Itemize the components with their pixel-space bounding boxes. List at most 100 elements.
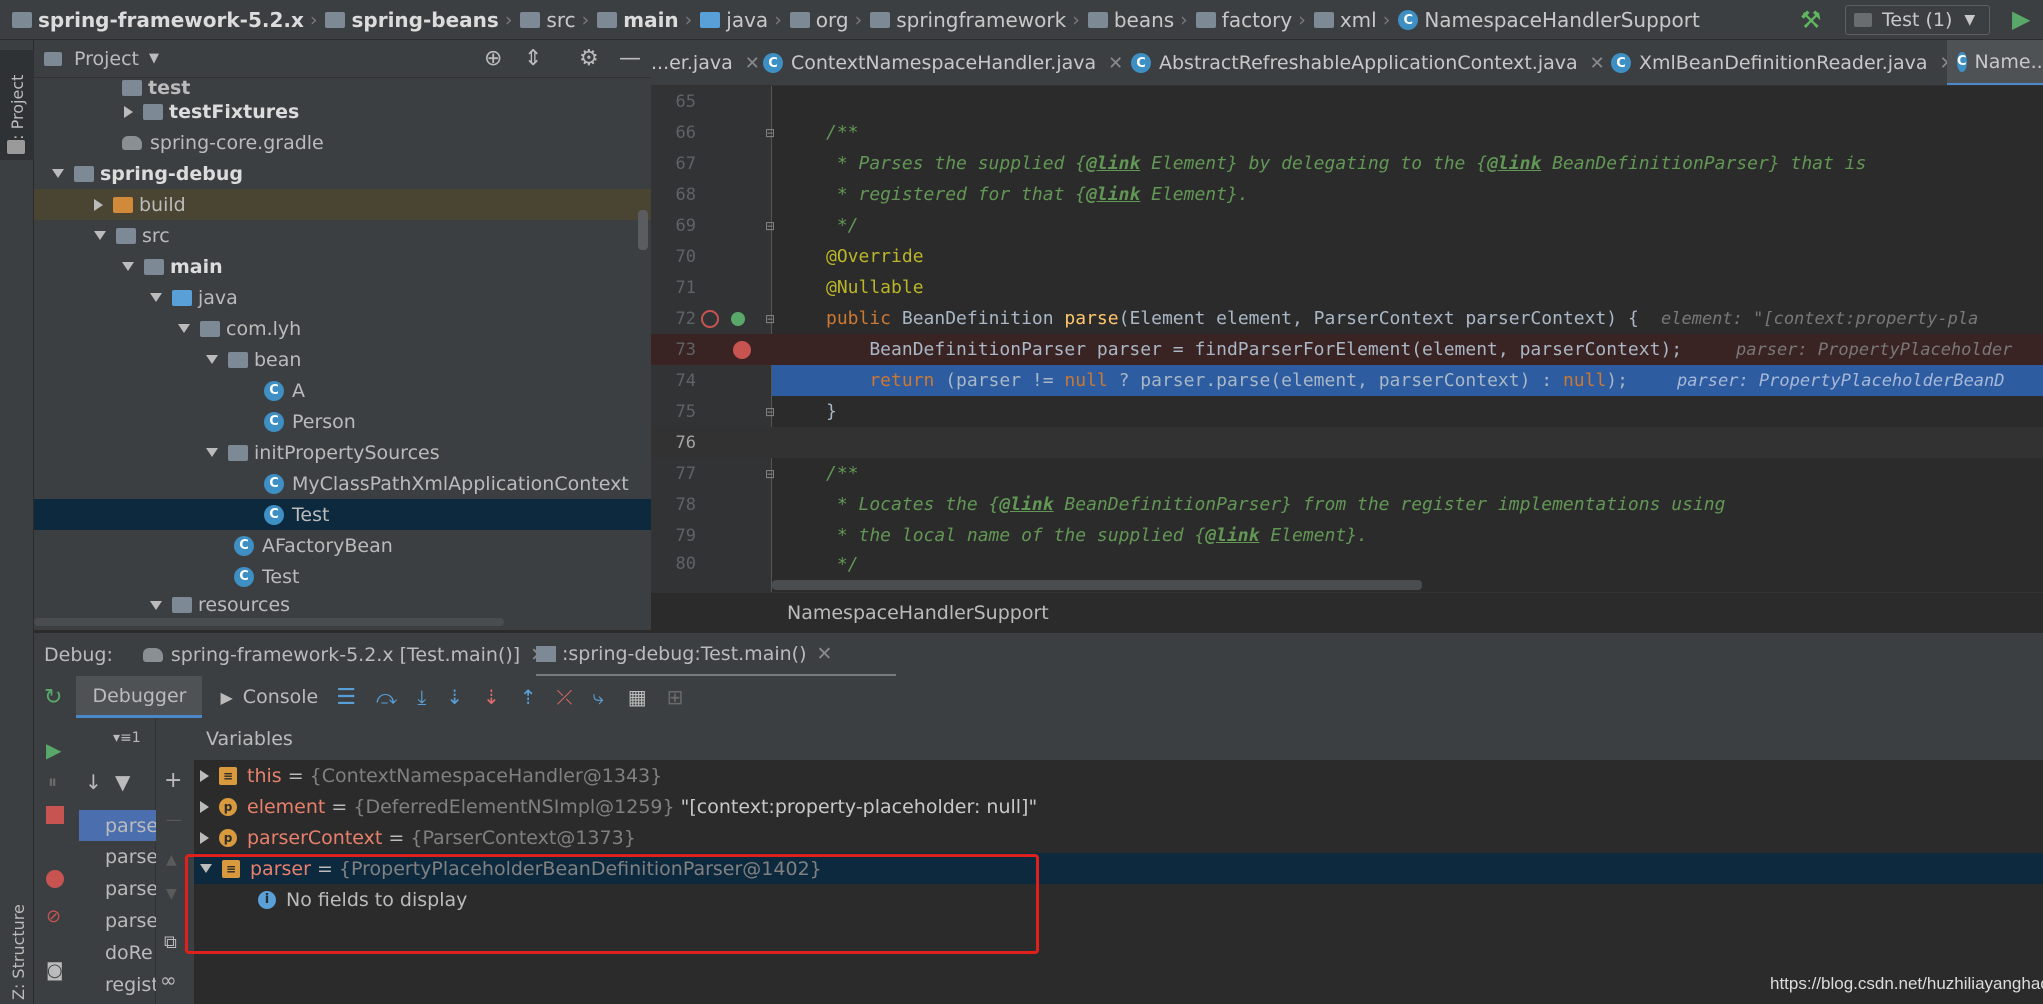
menu-icon[interactable]: ☰ (336, 685, 356, 710)
tab-xmlbeandefinitionreader[interactable]: CXmlBeanDefinitionReader.java✕ (1611, 40, 1955, 85)
frame-item[interactable]: parse (79, 841, 156, 872)
tree-item-testfixtures[interactable]: testFixtures (34, 96, 651, 127)
tab-partial-java[interactable]: ...er.java ✕ (651, 40, 760, 85)
evaluate-expression-icon[interactable]: ▦ (628, 685, 647, 709)
tab-debugger[interactable]: Debugger (76, 676, 203, 718)
breadcrumb-springframework[interactable]: springframework (870, 0, 1066, 40)
step-out-icon[interactable]: ⇡ (520, 685, 537, 709)
breadcrumb-src[interactable]: src (520, 0, 576, 40)
expand-arrow-icon[interactable] (200, 800, 209, 813)
collapse-arrow-icon[interactable] (122, 262, 134, 271)
move-up-icon[interactable]: ▲ (166, 852, 177, 868)
tree-item-gradle[interactable]: spring-core.gradle (34, 127, 651, 158)
tree-item-test[interactable]: C Test (34, 561, 651, 592)
stop-icon[interactable] (46, 806, 64, 824)
add-watch-icon[interactable]: + (164, 768, 182, 793)
tree-item-test[interactable]: test (34, 78, 651, 98)
collapse-arrow-icon[interactable] (206, 448, 218, 457)
code-editor[interactable]: 65 66 ⊟/** 67 * Parses the supplied {@lin… (651, 86, 2043, 592)
tree-item-test-selected[interactable]: C Test (34, 499, 651, 530)
copy-icon[interactable]: ⧉ (164, 932, 177, 953)
close-icon[interactable]: ✕ (745, 53, 760, 74)
collapse-all-icon[interactable]: ⇕ (524, 46, 542, 71)
collapse-arrow-icon[interactable] (150, 293, 162, 302)
horizontal-scrollbar[interactable] (34, 618, 504, 626)
threads-icon[interactable]: ▾≡1 (113, 730, 141, 746)
close-icon[interactable]: ✕ (1108, 53, 1123, 74)
structure-tool-tab[interactable]: Z: Structure (0, 880, 34, 1004)
arrow-down-icon[interactable]: ↓ (85, 770, 102, 794)
tree-item-bean[interactable]: bean (34, 344, 651, 375)
collapse-arrow-icon[interactable] (52, 169, 64, 178)
force-step-into-icon[interactable]: ⇣ (483, 685, 500, 709)
tree-item-spring-debug[interactable]: spring-debug (34, 158, 651, 189)
move-down-icon[interactable]: ▼ (166, 886, 177, 902)
remove-watch-icon[interactable]: — (166, 810, 182, 829)
resume-icon[interactable]: ▶ (46, 738, 61, 762)
pause-icon[interactable]: ⏸ (48, 772, 57, 793)
tab-contextnamespacehandler[interactable]: C ContextNamespaceHandler.java ✕ (763, 40, 1123, 85)
breadcrumb-org[interactable]: org (789, 0, 849, 40)
breadcrumb-main[interactable]: main (597, 0, 679, 40)
fold-icon[interactable]: ⊟ (765, 126, 775, 140)
filter-icon[interactable]: ▼ (115, 770, 130, 794)
implements-icon[interactable] (731, 311, 745, 326)
tree-item-myclasspathxmlapplicationcontext[interactable]: C MyClassPathXmlApplicationContext (34, 468, 651, 499)
view-breakpoints-icon[interactable] (46, 870, 64, 888)
collapse-arrow-icon[interactable] (150, 600, 162, 610)
variable-row-element[interactable]: p element = {DeferredElementNSImpl@1259}… (194, 791, 2043, 822)
method-breakpoint-icon[interactable] (701, 309, 719, 328)
breadcrumb-java[interactable]: java (700, 0, 768, 40)
project-panel-title[interactable]: Project (74, 48, 139, 70)
breadcrumb-project[interactable]: spring-framework-5.2.x (12, 0, 304, 40)
rerun-icon[interactable]: ↻ (44, 685, 62, 710)
fold-icon[interactable]: ⊟ (765, 219, 775, 233)
tree-item-afactorybean[interactable]: C AFactoryBean (34, 530, 651, 561)
breadcrumb-xml[interactable]: xml (1313, 0, 1377, 40)
frame-item-selected[interactable]: parse (79, 810, 156, 841)
fold-icon[interactable]: ⊟ (765, 312, 775, 326)
drop-frame-icon[interactable]: ⤫ (557, 685, 573, 709)
expand-arrow-icon[interactable] (124, 105, 133, 118)
breakpoint-icon[interactable] (733, 340, 751, 359)
locate-icon[interactable]: ⊕ (484, 46, 502, 71)
fold-icon[interactable]: ⊟ (765, 405, 775, 419)
fold-icon[interactable]: ⊟ (765, 467, 775, 481)
chevron-down-icon[interactable]: ▼ (149, 51, 159, 66)
gear-icon[interactable]: ⚙ (579, 46, 599, 71)
variable-row-parsercontext[interactable]: p parserContext = {ParserContext@1373} (194, 822, 2043, 853)
editor-breadcrumb[interactable]: NamespaceHandlerSupport (651, 592, 2043, 632)
glasses-icon[interactable]: ∞ (160, 968, 177, 992)
frame-item[interactable]: doRe (79, 937, 156, 968)
tree-item-build[interactable]: build (34, 189, 651, 220)
collapse-arrow-icon[interactable] (178, 324, 190, 333)
breadcrumb-class[interactable]: C NamespaceHandlerSupport (1398, 0, 1700, 40)
camera-icon[interactable]: ◙ (46, 960, 63, 981)
tree-item-resources[interactable]: resources (34, 592, 651, 618)
step-over-icon[interactable]: ⤓ (417, 685, 426, 709)
hide-icon[interactable]: — (619, 46, 641, 71)
vertical-scrollbar[interactable] (638, 210, 648, 250)
tree-item-java[interactable]: java (34, 282, 651, 313)
debug-session-tab-active[interactable]: :spring-debug:Test.main() ✕ (536, 633, 896, 677)
run-icon[interactable]: ▶ (2012, 5, 2030, 33)
run-to-cursor-icon[interactable]: ⤷ (593, 685, 604, 709)
breadcrumb-module[interactable]: spring-beans (325, 0, 499, 40)
frame-item[interactable]: parse (79, 905, 156, 936)
build-hammer-icon[interactable]: ⚒ (1800, 6, 1822, 34)
tree-item-initpropertysources[interactable]: initPropertySources (34, 437, 651, 468)
breadcrumb-factory[interactable]: factory (1195, 0, 1292, 40)
close-icon[interactable]: ✕ (816, 643, 832, 665)
frame-item[interactable]: parse (79, 873, 156, 904)
expand-arrow-icon[interactable] (94, 198, 103, 211)
step-into-icon[interactable]: ⇣ (446, 685, 463, 709)
editor-horizontal-scrollbar[interactable] (772, 580, 1422, 590)
debug-session-tab[interactable]: spring-framework-5.2.x [Test.main()] (171, 644, 520, 666)
run-configuration-select[interactable]: Test (1) ▼ (1845, 5, 1990, 35)
tree-item-a[interactable]: CA (34, 375, 651, 406)
mute-breakpoints-icon[interactable]: ⊘ (46, 906, 61, 927)
breadcrumb-beans[interactable]: beans (1087, 0, 1174, 40)
show-execution-point-icon[interactable]: ⤼ (376, 685, 397, 709)
tree-item-person[interactable]: C Person (34, 406, 651, 437)
expand-arrow-icon[interactable] (200, 831, 209, 844)
